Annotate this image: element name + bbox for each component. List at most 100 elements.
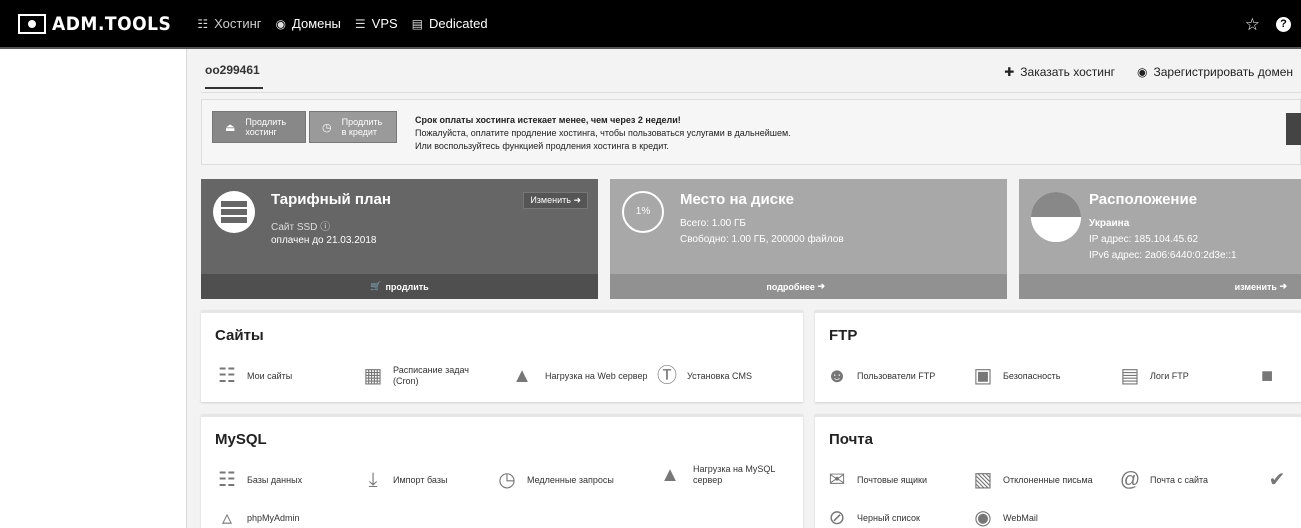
plan-name: Сайт SSD ⓘ	[271, 222, 331, 233]
phpmyadmin-link[interactable]: ▵ phpMyAdmin	[215, 507, 300, 528]
arrow-right-icon: ➜	[573, 195, 581, 205]
mailboxes-label: Почтовые ящики	[857, 474, 928, 485]
order-hosting-link[interactable]: ✚ Заказать хостинг	[1004, 65, 1115, 79]
download-icon: ⤓	[368, 469, 378, 491]
plan-footer[interactable]: 🛒 продлить	[201, 274, 598, 299]
disk-percent: 1%	[635, 206, 651, 217]
disk-free: Свободно: 1.00 ГБ, 200000 файлов	[680, 234, 844, 245]
ftp-folder-link[interactable]: ■	[1255, 365, 1287, 387]
mail-title: Почта	[829, 431, 873, 448]
plan-footer-label: продлить	[385, 281, 429, 292]
alert-line-2: Пожалуйста, оплатите продление хостинга,…	[415, 128, 791, 138]
install-cms-label: Установка CMS	[687, 370, 753, 381]
import-db-link[interactable]: ⤓ Импорт базы	[361, 469, 448, 491]
area-chart-icon: ▲	[660, 464, 680, 486]
arrow-right-icon: ➜	[1279, 281, 1287, 291]
nav-item-dedicated[interactable]: ▤ Dedicated	[412, 16, 488, 31]
disk-footer[interactable]: подробнее ➜	[610, 274, 1007, 299]
sites-title: Сайты	[215, 327, 264, 344]
ftp-logs-link[interactable]: ▤ Логи FTP	[1118, 365, 1189, 387]
ftp-security-link[interactable]: ▣ Безопасность	[971, 365, 1061, 387]
change-plan-label: Изменить	[530, 195, 571, 205]
nav-item-vps[interactable]: ☰ VPS	[355, 16, 398, 31]
databases-label: Базы данных	[247, 474, 303, 485]
lock-icon: ▣	[973, 365, 993, 387]
slow-queries-label: Медленные запросы	[527, 474, 614, 485]
mail-panel: Почта ✉ Почтовые ящики ▧ Отклоненные пис…	[815, 414, 1301, 528]
clock-icon: ◷	[498, 469, 516, 491]
install-cms-link[interactable]: Ⓣ Установка CMS	[655, 365, 752, 387]
sites-panel: Сайты ☷ Мои сайты ▦ Расписание задач (Cr…	[201, 310, 803, 402]
brand-text: ADM.TOOLS	[52, 12, 172, 35]
location-country: Украина	[1089, 218, 1130, 229]
nav-item-hosting[interactable]: ☷ Хостинг	[197, 16, 261, 31]
star-icon[interactable]: ☆	[1245, 15, 1260, 35]
mail-check-link[interactable]: ✔	[1265, 469, 1297, 491]
top-navbar: ADM.TOOLS ☷ Хостинг ◉ Домены ☰ VPS ▤ Ded…	[0, 0, 1301, 49]
slow-queries-link[interactable]: ◷ Медленные запросы	[495, 469, 614, 491]
extend-hosting-button[interactable]: ⏏ Продлить хостинг	[212, 111, 306, 143]
ftp-users-label: Пользователи FTP	[857, 370, 936, 381]
sidebar	[0, 49, 187, 528]
change-plan-button[interactable]: Изменить ➜	[523, 192, 588, 209]
site-mail-link[interactable]: @ Почта с сайта	[1118, 469, 1208, 491]
flag-icon	[1031, 192, 1081, 242]
register-domain-link[interactable]: ◉ Зарегистрировать домен	[1137, 65, 1293, 79]
rejected-mail-link[interactable]: ▧ Отклоненные письма	[971, 469, 1093, 491]
cart-icon: 🛒	[370, 281, 382, 291]
envelope-icon: ✉	[828, 469, 846, 491]
area-chart-icon: ▲	[512, 365, 532, 387]
ban-icon: ⊘	[828, 507, 846, 528]
info-icon: ⓘ	[320, 222, 331, 233]
nav-label: Домены	[292, 16, 341, 31]
databases-link[interactable]: ☷ Базы данных	[215, 469, 302, 491]
disk-card: 1% Место на диске Всего: 1.00 ГБ Свободн…	[610, 179, 1007, 299]
plan-title: Тарифный план	[271, 191, 391, 208]
ftp-security-label: Безопасность	[1003, 370, 1061, 381]
extend-credit-button[interactable]: ◷ Продлить в кредит	[309, 111, 397, 143]
globe-icon: ◉	[974, 507, 992, 528]
sitemap-icon: ☷	[218, 365, 236, 387]
disk-footer-label: подробнее	[766, 281, 815, 292]
location-card: Расположение Украина IP адрес: 185.104.4…	[1019, 179, 1301, 299]
phpmyadmin-label: phpMyAdmin	[247, 512, 300, 523]
clock-icon: ◷	[322, 121, 332, 134]
my-sites-link[interactable]: ☷ Мои сайты	[215, 365, 292, 387]
register-domain-label: Зарегистрировать домен	[1153, 65, 1293, 79]
document-icon: ▤	[1120, 365, 1140, 387]
brand-logo[interactable]: ADM.TOOLS	[18, 13, 171, 35]
tab-account[interactable]: oo299461	[205, 63, 263, 89]
mailboxes-link[interactable]: ✉ Почтовые ящики	[825, 469, 927, 491]
plan-paid: оплачен до 21.03.2018	[271, 235, 377, 246]
alert-line-3: Или воспользуйтесь функцией продления хо…	[415, 141, 669, 151]
disk-title: Место на диске	[680, 191, 794, 208]
alert-message: Срок оплаты хостинга истекает менее, чем…	[415, 114, 791, 153]
payment-alert: ⏏ Продлить хостинг ◷ Продлить в кредит Сро…	[201, 99, 1301, 165]
at-icon: @	[1119, 469, 1141, 491]
nav-item-domains[interactable]: ◉ Домены	[276, 16, 341, 31]
calendar-icon: ▦	[363, 365, 383, 387]
webmail-link[interactable]: ◉ WebMail	[971, 507, 1038, 528]
mysql-load-link[interactable]: ▲ Нагрузка на MySQL сервер	[655, 464, 793, 486]
trash-icon: ▧	[973, 469, 993, 491]
location-footer[interactable]: изменить ➜	[1019, 274, 1301, 299]
ftp-logs-label: Логи FTP	[1150, 370, 1189, 381]
database-icon: ☷	[218, 469, 236, 491]
plan-circle	[213, 191, 255, 233]
web-load-link[interactable]: ▲ Нагрузка на Web сервер	[507, 365, 647, 387]
disk-usage-circle: 1%	[622, 191, 664, 233]
alert-side-tab[interactable]	[1286, 113, 1301, 145]
topbar-right: ☆ ?	[1245, 0, 1291, 49]
mysql-panel: MySQL ☷ Базы данных ⤓ Импорт базы ◷ Медл…	[201, 414, 803, 528]
globe-icon: ◉	[275, 16, 287, 31]
cron-link[interactable]: ▦ Расписание задач (Cron)	[361, 365, 483, 387]
folder-open-icon: ■	[1260, 365, 1274, 387]
ftp-users-link[interactable]: ☻ Пользователи FTP	[825, 365, 935, 387]
server-icon	[221, 201, 247, 223]
question-icon[interactable]: ?	[1276, 17, 1291, 32]
plus-icon: ✚	[1004, 65, 1015, 79]
import-db-label: Импорт базы	[393, 474, 448, 485]
arrow-right-icon: ➜	[817, 281, 825, 291]
order-hosting-label: Заказать хостинг	[1020, 65, 1115, 79]
blacklist-link[interactable]: ⊘ Черный список	[825, 507, 920, 528]
